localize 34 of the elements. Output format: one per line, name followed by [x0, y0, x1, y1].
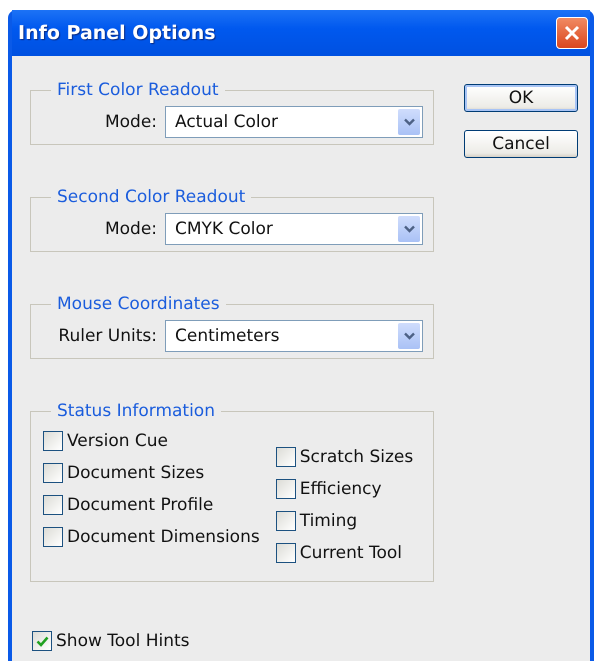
checkbox[interactable] [43, 431, 63, 451]
window-title: Info Panel Options [18, 22, 216, 44]
checkbox-label[interactable]: Document Dimensions [67, 527, 260, 547]
close-icon [563, 24, 581, 42]
checkbox[interactable] [276, 479, 296, 499]
checkbox[interactable] [43, 527, 63, 547]
checkbox-label[interactable]: Scratch Sizes [300, 447, 414, 467]
dialog-button[interactable]: Cancel [464, 130, 578, 158]
checkbox[interactable] [276, 447, 296, 467]
checkbox-label[interactable]: Show Tool Hints [56, 631, 190, 651]
checkbox-label[interactable]: Version Cue [67, 431, 168, 451]
checkbox[interactable] [43, 495, 63, 515]
checkbox-label[interactable]: Timing [300, 511, 358, 531]
checkbox-label[interactable]: Efficiency [300, 479, 382, 499]
dropdown[interactable]: Centimeters [165, 320, 423, 352]
close-button[interactable] [556, 17, 588, 49]
checkbox-label[interactable]: Document Sizes [67, 463, 204, 483]
checkbox[interactable] [32, 631, 52, 651]
dropdown[interactable]: Actual Color [165, 106, 423, 138]
checkbox[interactable] [43, 463, 63, 483]
group-title: Status Information [56, 401, 216, 421]
group-title: Second Color Readout [56, 187, 246, 207]
field-label: Mode: [104, 219, 157, 239]
group-title: First Color Readout [56, 80, 220, 100]
checkbox[interactable] [276, 543, 296, 563]
dialog-button[interactable]: OK [464, 84, 578, 112]
group-title: Mouse Coordinates [56, 294, 221, 314]
checkbox-label[interactable]: Current Tool [300, 543, 402, 563]
checkbox-label[interactable]: Document Profile [67, 495, 214, 515]
checkbox[interactable] [276, 511, 296, 531]
dropdown[interactable]: CMYK Color [165, 213, 423, 245]
field-label: Ruler Units: [58, 326, 157, 346]
field-label: Mode: [104, 112, 157, 132]
check-icon [36, 634, 48, 648]
